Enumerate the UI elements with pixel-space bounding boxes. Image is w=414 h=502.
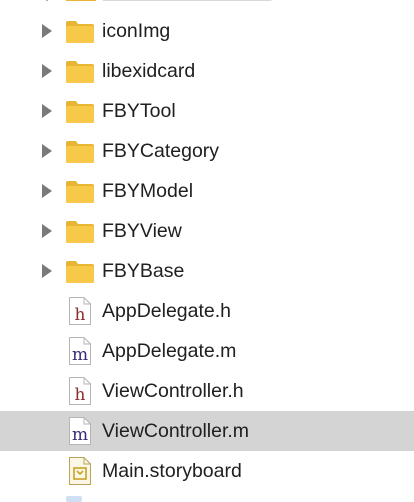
disclosure-triangle-icon[interactable] [42, 64, 52, 78]
svg-text:m: m [72, 345, 88, 365]
partial-row-below [66, 496, 82, 502]
header-file-icon: h [68, 296, 92, 326]
navigator-row[interactable]: iconImg [0, 11, 414, 51]
disclosure-triangle-icon[interactable] [42, 144, 52, 158]
folder-icon [65, 220, 95, 244]
folder-icon [65, 60, 95, 84]
navigator-item-label: ViewController.m [102, 420, 250, 442]
svg-text:h: h [75, 305, 86, 325]
navigator-item-label: FBYCategory [102, 140, 220, 162]
navigator-row[interactable]: m AppDelegate.m [0, 331, 414, 371]
navigator-row[interactable]: h AppDelegate.h [0, 291, 414, 331]
disclosure-triangle-icon[interactable] [42, 104, 52, 118]
folder-icon [65, 180, 95, 204]
disclosure-triangle-icon[interactable] [42, 24, 52, 38]
navigator-item-label: iconImg [102, 20, 171, 42]
navigator-item-label: libexidcard [102, 60, 196, 82]
implementation-file-icon: m [68, 336, 92, 366]
folder-icon [65, 260, 95, 284]
svg-text:h: h [75, 385, 86, 405]
navigator-row[interactable]: libexidcard [0, 51, 414, 91]
svg-text:m: m [72, 425, 88, 445]
navigator-row[interactable]: FBYCategory [0, 131, 414, 171]
navigator-row[interactable]: FBYTool [0, 91, 414, 131]
navigator-row[interactable]: FBYModel [0, 171, 414, 211]
header-file-icon: h [68, 376, 92, 406]
navigator-row[interactable]: FBYView [0, 211, 414, 251]
partial-row-above [36, 0, 276, 4]
folder-icon [65, 140, 95, 164]
navigator-item-label: ViewController.h [102, 380, 244, 402]
storyboard-file-icon [68, 456, 92, 486]
navigator-item-label: FBYBase [102, 260, 185, 282]
folder-icon [65, 20, 95, 44]
navigator-item-label: AppDelegate.m [102, 340, 237, 362]
disclosure-triangle-icon[interactable] [42, 224, 52, 238]
navigator-row[interactable]: Main.storyboard [0, 451, 414, 491]
disclosure-triangle-icon[interactable] [42, 184, 52, 198]
navigator-row[interactable]: h ViewController.h [0, 371, 414, 411]
navigator-row[interactable]: FBYBase [0, 251, 414, 291]
navigator-item-label: FBYTool [102, 100, 176, 122]
navigator-item-label: FBYView [102, 220, 182, 242]
implementation-file-icon: m [68, 416, 92, 446]
disclosure-triangle-icon[interactable] [42, 264, 52, 278]
folder-icon [65, 100, 95, 124]
navigator-item-label: Main.storyboard [102, 460, 242, 482]
navigator-row[interactable]: m ViewController.m [0, 411, 414, 451]
navigator-item-label: AppDelegate.h [102, 300, 232, 322]
project-navigator: iconImg libexidcard FBYTool FBYCategory FBYM… [0, 0, 414, 502]
navigator-item-label: FBYModel [102, 180, 194, 202]
